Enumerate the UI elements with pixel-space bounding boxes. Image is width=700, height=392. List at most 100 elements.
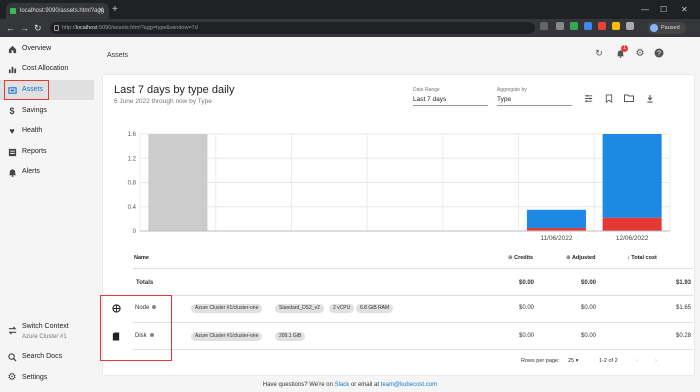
highlight-box bbox=[4, 80, 49, 100]
share-icon[interactable] bbox=[540, 22, 548, 30]
totals-adjusted: $0.00 bbox=[581, 280, 597, 286]
pagination-range: 1-2 of 2 bbox=[599, 358, 618, 364]
sidebar-item-health[interactable]: ♥ Health bbox=[0, 121, 94, 141]
bar bbox=[602, 134, 662, 218]
settings-label: Settings bbox=[22, 374, 48, 381]
avatar bbox=[650, 24, 658, 32]
x-tick-label: 11/06/2022 bbox=[540, 235, 572, 242]
date-range-label: Date Range bbox=[413, 87, 440, 93]
minimize-icon[interactable]: — bbox=[641, 0, 649, 19]
cluster-chip: Azure Cluster #1/cluster-one bbox=[191, 304, 263, 313]
dropdown-arrow-icon: ▾ bbox=[575, 358, 579, 364]
header-label: Total cost bbox=[631, 255, 657, 261]
close-tab-icon[interactable]: ✕ bbox=[98, 3, 104, 19]
column-header-adjusted[interactable]: ⊕ Adjusted bbox=[566, 255, 595, 261]
totals-total: $1.93 bbox=[676, 280, 692, 286]
profile-button[interactable]: Paused bbox=[648, 22, 686, 34]
date-range-select[interactable]: Last 7 days bbox=[413, 96, 488, 106]
cpu-chip: 2 vCPU bbox=[329, 304, 355, 313]
divider bbox=[133, 268, 693, 269]
extension-icon[interactable] bbox=[570, 22, 578, 30]
extension-icon[interactable] bbox=[598, 22, 606, 30]
maximize-icon[interactable]: ☐ bbox=[660, 0, 667, 19]
x-tick-label: 12/06/2022 bbox=[616, 235, 649, 242]
search-docs-button[interactable]: Search Docs bbox=[0, 347, 94, 367]
search-icon bbox=[7, 352, 17, 362]
info-icon bbox=[54, 25, 59, 31]
sidebar-item-label: Health bbox=[22, 127, 43, 134]
address-bar[interactable]: http://localhost:9090/assets.html?agg=ty… bbox=[50, 22, 535, 34]
highlight-box bbox=[100, 295, 172, 361]
sidebar-item-label: Reports bbox=[22, 148, 47, 155]
rows-per-page-value: 25 bbox=[568, 358, 575, 364]
cluster-chip: Azure Cluster #1/cluster-one bbox=[191, 332, 263, 341]
bar bbox=[602, 217, 662, 231]
close-window-icon[interactable]: ✕ bbox=[681, 0, 688, 19]
bookmark-icon[interactable] bbox=[604, 93, 614, 103]
report-title: Last 7 days by type daily bbox=[114, 84, 235, 96]
forward-icon[interactable]: → bbox=[20, 19, 29, 37]
footer: Have questions? We're on Slack or email … bbox=[0, 382, 700, 388]
switch-context-label: Switch Context bbox=[22, 323, 69, 330]
back-icon[interactable]: ← bbox=[6, 19, 15, 37]
folder-icon[interactable] bbox=[624, 93, 634, 103]
report-subtitle: 6 June 2022 through now by Type bbox=[114, 98, 212, 105]
y-tick-label: 0.4 bbox=[128, 205, 137, 211]
ram-chip: 6.8 GiB RAM bbox=[356, 304, 394, 313]
rows-per-page-select[interactable]: 25 ▾ bbox=[568, 358, 578, 364]
sidebar-item-label: Overview bbox=[22, 45, 52, 52]
aggregate-by-label: Aggregate by bbox=[497, 87, 527, 93]
sidebar-item-overview[interactable]: Overview bbox=[0, 39, 94, 59]
tab-title: localhost:9090/assets.html?agg bbox=[20, 8, 105, 14]
footer-text: Have questions? We're on bbox=[262, 382, 333, 388]
bar-chart-icon bbox=[7, 64, 17, 74]
row-total: $0.28 bbox=[676, 333, 692, 339]
puzzle-icon[interactable] bbox=[626, 22, 634, 30]
profile-label: Paused bbox=[661, 25, 680, 31]
extension-icon[interactable] bbox=[584, 22, 592, 30]
browser-tab[interactable]: localhost:9090/assets.html?agg ✕ bbox=[6, 3, 109, 19]
sidebar-item-label: Cost Allocation bbox=[22, 65, 69, 72]
help-icon[interactable]: ? bbox=[653, 47, 665, 59]
bar bbox=[148, 134, 208, 231]
prev-page-icon[interactable]: ‹ bbox=[636, 358, 638, 364]
column-header-total-cost[interactable]: ↓ Total cost bbox=[627, 255, 657, 261]
column-header-name[interactable]: Name bbox=[134, 255, 149, 261]
switch-context-button[interactable]: Switch Context bbox=[0, 321, 94, 335]
settings-gear-icon[interactable]: ⚙ bbox=[634, 47, 646, 59]
page-title: Assets bbox=[107, 52, 129, 59]
asset-cost-chart: 0 0.4 0.8 1.2 1.6 11/06/2022 12/06/2022 bbox=[128, 132, 671, 242]
filter-settings-icon[interactable] bbox=[583, 93, 593, 103]
sidebar-item-reports[interactable]: Reports bbox=[0, 142, 94, 162]
reports-icon bbox=[7, 147, 17, 157]
reload-icon[interactable]: ↻ bbox=[34, 19, 42, 37]
instance-type-chip: Standard_DS2_v2 bbox=[275, 304, 324, 313]
size-chip: 209.1 GiB bbox=[275, 332, 306, 341]
new-tab-button[interactable]: + bbox=[112, 3, 118, 17]
rows-per-page-label: Rows per page: bbox=[521, 358, 560, 364]
slack-link[interactable]: Slack bbox=[335, 382, 350, 388]
sidebar-item-label: Savings bbox=[22, 107, 47, 114]
dollar-icon: $ bbox=[9, 106, 15, 116]
email-link[interactable]: team@kubecost.com bbox=[381, 382, 437, 388]
sidebar-item-label: Alerts bbox=[22, 168, 40, 175]
sidebar-item-savings[interactable]: $ Savings bbox=[0, 101, 94, 121]
search-docs-label: Search Docs bbox=[22, 353, 63, 360]
next-page-icon[interactable]: › bbox=[655, 358, 657, 364]
column-header-credits[interactable]: ⊕ Credits bbox=[508, 255, 533, 261]
divider bbox=[133, 349, 693, 350]
aggregate-by-select[interactable]: Type bbox=[497, 96, 572, 106]
swap-icon bbox=[7, 325, 17, 335]
row-credits: $0.00 bbox=[519, 333, 535, 339]
download-icon[interactable] bbox=[645, 93, 655, 103]
y-tick-label: 0 bbox=[133, 229, 137, 235]
sidebar-item-cost-allocation[interactable]: Cost Allocation bbox=[0, 59, 94, 79]
extension-icon[interactable] bbox=[612, 22, 620, 30]
url-scheme: http:// bbox=[62, 25, 76, 31]
header-label: Adjusted bbox=[571, 255, 596, 261]
totals-label: Totals bbox=[136, 280, 154, 286]
row-adjusted: $0.00 bbox=[581, 333, 597, 339]
refresh-icon[interactable]: ↻ bbox=[593, 47, 605, 59]
sidebar-item-alerts[interactable]: Alerts bbox=[0, 162, 94, 182]
bookmark-star-icon[interactable] bbox=[556, 22, 564, 30]
